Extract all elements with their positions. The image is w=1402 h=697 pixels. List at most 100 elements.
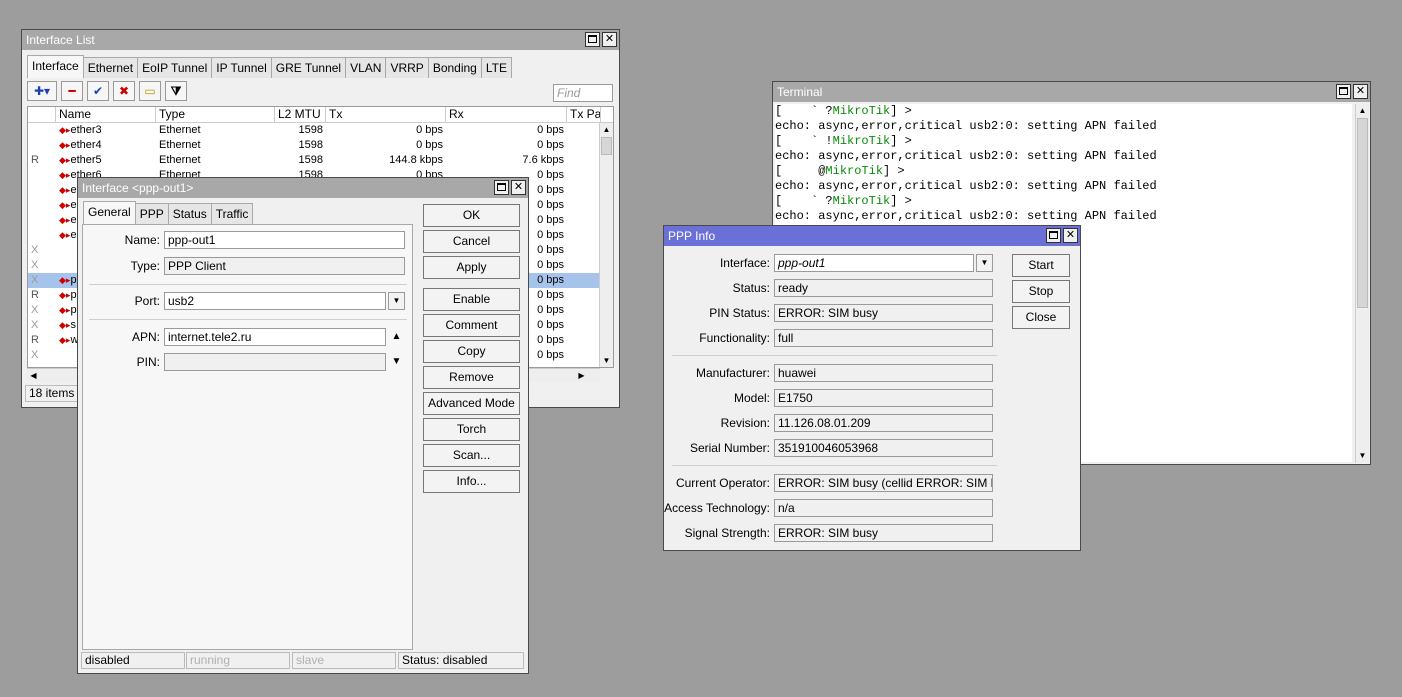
row-name-text: ether4 (70, 139, 102, 151)
apn-input[interactable]: internet.tele2.ru (164, 328, 386, 346)
maximize-button[interactable] (494, 180, 509, 195)
interface-icon: ◆▸ (59, 305, 71, 315)
tab-traffic[interactable]: Traffic (210, 203, 254, 224)
ok-button[interactable]: OK (423, 204, 520, 227)
ppp-field-value: ready (774, 279, 993, 297)
close-button[interactable]: ✕ (1353, 84, 1368, 99)
col-tx-packets[interactable]: Tx Pac (567, 107, 601, 122)
row-flag (28, 168, 56, 183)
tab-lte[interactable]: LTE (480, 57, 512, 78)
info-button[interactable]: Info... (423, 470, 520, 493)
prompt-prefix: [ (775, 164, 790, 178)
close-button[interactable]: Close (1012, 306, 1070, 329)
tab-bonding[interactable]: Bonding (427, 57, 482, 78)
tab-ethernet[interactable]: Ethernet (82, 57, 139, 78)
tab-ppp[interactable]: PPP (134, 203, 169, 224)
ppp-field-row: Interface: ppp-out1 ▼ (664, 254, 993, 272)
find-input[interactable]: Find (553, 84, 613, 102)
tab-eoip-tunnel[interactable]: EoIP Tunnel (137, 57, 213, 78)
scroll-right-icon[interactable]: ▶ (575, 369, 588, 383)
comment-button[interactable]: Comment (423, 314, 520, 337)
scroll-up-icon[interactable]: ▲ (1356, 104, 1369, 118)
filter-button[interactable]: ⧩ (165, 81, 187, 101)
type-value: PPP Client (164, 257, 405, 275)
tab-vlan[interactable]: VLAN (345, 57, 387, 78)
scan-button[interactable]: Scan... (423, 444, 520, 467)
scroll-thumb[interactable] (1357, 118, 1368, 308)
row-flag: X (31, 244, 39, 256)
row-name-text: p (70, 274, 77, 286)
pin-input[interactable] (164, 353, 386, 371)
cancel-button[interactable]: Cancel (423, 230, 520, 253)
advanced-mode-button[interactable]: Advanced Mode (423, 392, 520, 415)
enable-button[interactable]: ✔ (87, 81, 109, 101)
disable-button[interactable]: ✖ (113, 81, 135, 101)
col-flags[interactable] (28, 107, 56, 122)
port-select[interactable]: usb2 (164, 292, 386, 310)
copy-button[interactable]: Copy (423, 340, 520, 363)
name-input[interactable]: ppp-out1 (164, 231, 405, 249)
ppp-field-label: Status: (732, 281, 770, 295)
pin-expand-button[interactable]: ▼ (388, 353, 405, 371)
table-row[interactable]: R ◆▸ether5 Ethernet 1598 144.8 kbps 7.6 kbps (28, 153, 613, 168)
close-button[interactable]: ✕ (602, 32, 617, 47)
scroll-down-icon[interactable]: ▼ (1356, 449, 1369, 463)
ppp-field-row: Functionality: full (664, 329, 993, 347)
col-name[interactable]: Name (56, 107, 156, 122)
port-dropdown-button[interactable]: ▼ (388, 292, 405, 310)
maximize-button[interactable] (1046, 228, 1061, 243)
prompt-user: ` ? (789, 104, 833, 118)
tab-ip-tunnel[interactable]: IP Tunnel (211, 57, 272, 78)
interface-list-titlebar[interactable]: Interface List ✕ (22, 30, 619, 50)
table-row[interactable]: ◆▸ether3 Ethernet 1598 0 bps 0 bps (28, 123, 613, 138)
col-rx[interactable]: Rx (446, 107, 567, 122)
row-flag (28, 123, 56, 138)
add-button[interactable]: ✚▾ (27, 81, 57, 101)
port-row: Port: usb2 ▼ (83, 292, 405, 310)
tab-vrrp[interactable]: VRRP (385, 57, 429, 78)
tab-general[interactable]: General (83, 201, 136, 224)
maximize-button[interactable] (585, 32, 600, 47)
scroll-left-icon[interactable]: ◀ (27, 369, 40, 383)
stop-button[interactable]: Stop (1012, 280, 1070, 303)
tab-status[interactable]: Status (167, 203, 212, 224)
scroll-down-icon[interactable]: ▼ (600, 354, 613, 368)
col-tx[interactable]: Tx (326, 107, 446, 122)
close-button[interactable]: ✕ (1063, 228, 1078, 243)
dialog-titlebar[interactable]: Interface <ppp-out1> ✕ (78, 178, 528, 198)
cross-icon: ✖ (118, 84, 130, 98)
interface-tabs: Interface Ethernet EoIP Tunnel IP Tunnel… (27, 55, 512, 80)
scroll-up-icon[interactable]: ▲ (600, 123, 613, 137)
row-flag (28, 183, 56, 198)
scroll-thumb[interactable] (601, 137, 612, 155)
col-l2mtu[interactable]: L2 MTU (275, 107, 326, 122)
apn-collapse-button[interactable]: ▲ (388, 328, 405, 346)
maximize-button[interactable] (1336, 84, 1351, 99)
close-button[interactable]: ✕ (511, 180, 526, 195)
apply-button[interactable]: Apply (423, 256, 520, 279)
col-type[interactable]: Type (156, 107, 275, 122)
grid-vscrollbar[interactable]: ▲ (599, 123, 613, 367)
table-row[interactable]: ◆▸ether4 Ethernet 1598 0 bps 0 bps (28, 138, 613, 153)
ppp-field-value: ERROR: SIM busy (cellid ERROR: SIM busy) (774, 474, 993, 492)
tab-interface[interactable]: Interface (27, 55, 84, 78)
start-button[interactable]: Start (1012, 254, 1070, 277)
torch-button[interactable]: Torch (423, 418, 520, 441)
ppp-field-label: Revision: (720, 416, 770, 430)
terminal-titlebar[interactable]: Terminal ✕ (773, 82, 1370, 102)
interface-select[interactable]: ppp-out1 (774, 254, 974, 272)
remove-button[interactable]: Remove (423, 366, 520, 389)
prompt-user: ` ! (789, 134, 833, 148)
comment-button[interactable]: ▭ (139, 81, 161, 101)
remove-button[interactable]: ━ (61, 81, 83, 101)
ppp-field-row: Status: ready (664, 279, 993, 297)
close-icon: ✕ (604, 33, 615, 45)
interface-dropdown-button[interactable]: ▼ (976, 254, 993, 272)
terminal-vscrollbar[interactable]: ▲ ▼ (1355, 104, 1369, 463)
tab-gre-tunnel[interactable]: GRE Tunnel (270, 57, 347, 78)
enable-button[interactable]: Enable (423, 288, 520, 311)
ppp-field-row: PIN Status: ERROR: SIM busy (664, 304, 993, 322)
ppp-info-titlebar[interactable]: PPP Info ✕ (664, 226, 1080, 246)
interface-icon: ◆▸ (59, 215, 71, 225)
triangle-down-icon: ▼ (391, 356, 402, 367)
